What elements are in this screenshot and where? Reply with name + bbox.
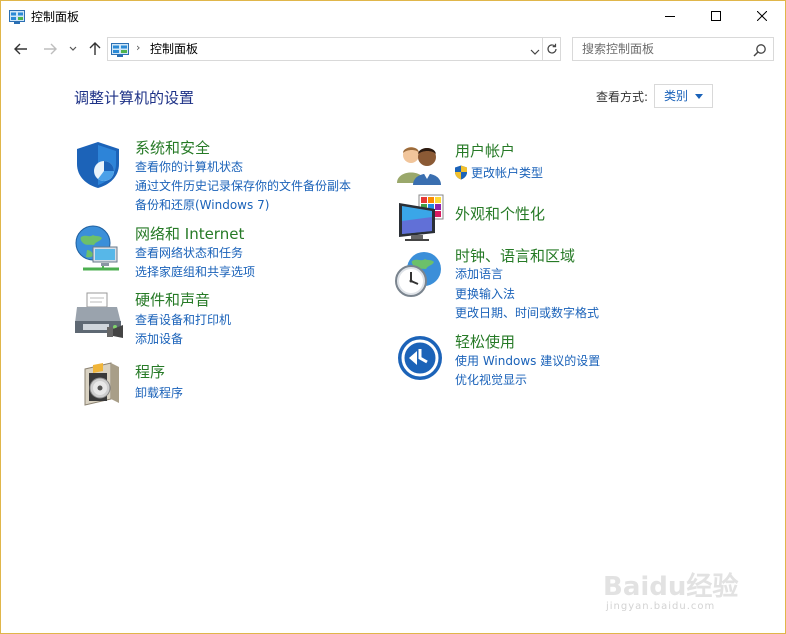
refresh-button[interactable] bbox=[542, 38, 561, 60]
control-panel-icon bbox=[9, 9, 25, 24]
link-view-computer-status[interactable]: 查看你的计算机状态 bbox=[135, 159, 243, 175]
link-change-input-method[interactable]: 更换输入法 bbox=[455, 286, 515, 302]
back-button[interactable] bbox=[12, 39, 30, 59]
category-programs[interactable]: 程序 bbox=[135, 362, 165, 382]
page-title: 调整计算机的设置 bbox=[74, 89, 195, 107]
link-backup-restore[interactable]: 备份和还原(Windows 7) bbox=[135, 197, 269, 213]
link-add-device[interactable]: 添加设备 bbox=[135, 331, 183, 347]
uac-shield-icon bbox=[454, 165, 468, 184]
control-panel-window: 控制面板 › 控制面板 搜索控制面板 调整计算机的设置 查看方式: 类别 系统和… bbox=[0, 0, 786, 634]
link-devices-printers[interactable]: 查看设备和打印机 bbox=[135, 312, 231, 328]
category-system-security[interactable]: 系统和安全 bbox=[135, 138, 210, 158]
minimize-icon bbox=[665, 16, 675, 17]
monitor-palette-icon[interactable] bbox=[397, 193, 447, 247]
chevron-down-icon bbox=[69, 46, 77, 51]
control-panel-icon bbox=[111, 42, 129, 57]
chevron-down-icon bbox=[530, 49, 540, 55]
address-bar[interactable]: › 控制面板 bbox=[107, 37, 561, 61]
users-icon[interactable] bbox=[397, 143, 445, 189]
link-network-status[interactable]: 查看网络状态和任务 bbox=[135, 245, 243, 261]
breadcrumb-separator[interactable]: › bbox=[136, 41, 140, 54]
close-button[interactable] bbox=[739, 1, 785, 31]
category-appearance-personalization[interactable]: 外观和个性化 bbox=[455, 204, 545, 224]
minimize-button[interactable] bbox=[647, 1, 693, 31]
link-recommended-settings[interactable]: 使用 Windows 建议的设置 bbox=[455, 353, 600, 369]
search-placeholder: 搜索控制面板 bbox=[582, 42, 655, 56]
ease-of-access-icon[interactable] bbox=[397, 335, 443, 385]
link-homegroup-sharing[interactable]: 选择家庭组和共享选项 bbox=[135, 264, 255, 280]
category-hardware-sound[interactable]: 硬件和声音 bbox=[135, 290, 210, 310]
back-arrow-icon bbox=[14, 43, 27, 55]
category-ease-of-access[interactable]: 轻松使用 bbox=[455, 332, 515, 352]
forward-button[interactable] bbox=[41, 39, 59, 59]
close-icon bbox=[757, 11, 767, 21]
watermark-text: Baidu经验 bbox=[603, 571, 738, 602]
shield-icon[interactable] bbox=[73, 140, 123, 194]
view-by-label: 查看方式: bbox=[596, 90, 649, 104]
link-change-account-type[interactable]: 更改帐户类型 bbox=[471, 165, 543, 181]
title-bar: 控制面板 bbox=[1, 1, 785, 33]
maximize-button[interactable] bbox=[693, 1, 739, 31]
search-icon[interactable] bbox=[753, 42, 767, 57]
refresh-icon bbox=[547, 43, 557, 54]
up-button[interactable] bbox=[87, 39, 103, 59]
link-file-history-backup[interactable]: 通过文件历史记录保存你的文件备份副本 bbox=[135, 178, 351, 194]
forward-arrow-icon bbox=[44, 43, 57, 55]
link-add-language[interactable]: 添加语言 bbox=[455, 266, 503, 282]
address-history-dropdown[interactable] bbox=[529, 43, 541, 55]
view-by-dropdown[interactable]: 类别 bbox=[654, 84, 713, 108]
window-title: 控制面板 bbox=[31, 10, 80, 24]
breadcrumb-control-panel[interactable]: 控制面板 bbox=[150, 42, 198, 57]
maximize-icon bbox=[711, 11, 721, 21]
category-clock-language-region[interactable]: 时钟、语言和区域 bbox=[455, 246, 575, 266]
printer-icon[interactable] bbox=[73, 291, 125, 345]
clock-globe-icon[interactable] bbox=[394, 249, 444, 303]
programs-disc-icon[interactable] bbox=[81, 361, 125, 411]
category-user-accounts[interactable]: 用户帐户 bbox=[455, 141, 515, 161]
recent-locations-button[interactable] bbox=[67, 39, 79, 59]
up-arrow-icon bbox=[89, 42, 101, 55]
link-uninstall-program[interactable]: 卸载程序 bbox=[135, 385, 183, 401]
link-optimize-visual-display[interactable]: 优化视觉显示 bbox=[455, 372, 527, 388]
dropdown-arrow-icon bbox=[695, 94, 703, 99]
category-network-internet[interactable]: 网络和 Internet bbox=[135, 224, 244, 244]
link-change-date-time-format[interactable]: 更改日期、时间或数字格式 bbox=[455, 305, 599, 321]
view-by-value: 类别 bbox=[664, 89, 689, 103]
network-globe-icon[interactable] bbox=[73, 223, 125, 279]
watermark-url: jingyan.baidu.com bbox=[606, 601, 716, 612]
search-input[interactable]: 搜索控制面板 bbox=[572, 37, 774, 61]
